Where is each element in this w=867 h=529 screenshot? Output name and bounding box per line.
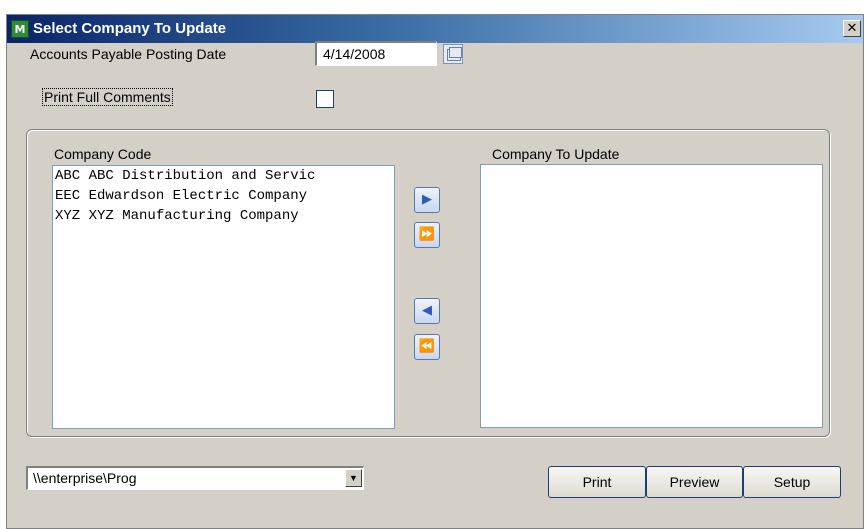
setup-button[interactable]: Setup: [743, 466, 841, 498]
print-full-comments-label: Print Full Comments: [42, 88, 173, 106]
remove-all-button[interactable]: ⏪: [414, 334, 440, 360]
company-code-list[interactable]: ABC ABC Distribution and Servic EEC Edwa…: [52, 165, 395, 429]
print-button[interactable]: Print: [548, 466, 646, 498]
calendar-icon-front: [449, 47, 462, 58]
fast-forward-icon: ⏩: [418, 227, 436, 242]
calendar-icon[interactable]: [443, 44, 463, 64]
list-item[interactable]: XYZ XYZ Manufacturing Company: [53, 206, 394, 226]
title-bar[interactable]: M Select Company To Update ✕: [7, 15, 863, 43]
add-all-button[interactable]: ⏩: [414, 222, 440, 248]
app-icon: M: [11, 20, 29, 38]
remove-button[interactable]: ◀: [414, 298, 440, 324]
close-icon[interactable]: ✕: [843, 20, 861, 37]
posting-date-input[interactable]: 4/14/2008: [315, 41, 437, 66]
company-code-header: Company Code: [54, 146, 152, 162]
chevron-down-icon[interactable]: ▼: [345, 469, 362, 487]
preview-button[interactable]: Preview: [646, 466, 743, 498]
printer-path-value: \\enterprise\Prog: [33, 470, 137, 486]
window-title: Select Company To Update: [33, 20, 227, 37]
company-to-update-list[interactable]: [480, 164, 823, 428]
play-icon: ▶: [422, 192, 432, 207]
add-button[interactable]: ▶: [414, 187, 440, 213]
company-to-update-header: Company To Update: [492, 146, 620, 162]
rewind-icon: ⏪: [418, 339, 436, 354]
print-full-comments-checkbox[interactable]: [316, 90, 334, 108]
posting-date-label: Accounts Payable Posting Date: [30, 46, 227, 62]
play-left-icon: ◀: [422, 303, 432, 318]
list-item[interactable]: ABC ABC Distribution and Servic: [53, 166, 394, 186]
printer-path-select[interactable]: \\enterprise\Prog ▼: [26, 466, 364, 490]
list-item[interactable]: EEC Edwardson Electric Company: [53, 186, 394, 206]
